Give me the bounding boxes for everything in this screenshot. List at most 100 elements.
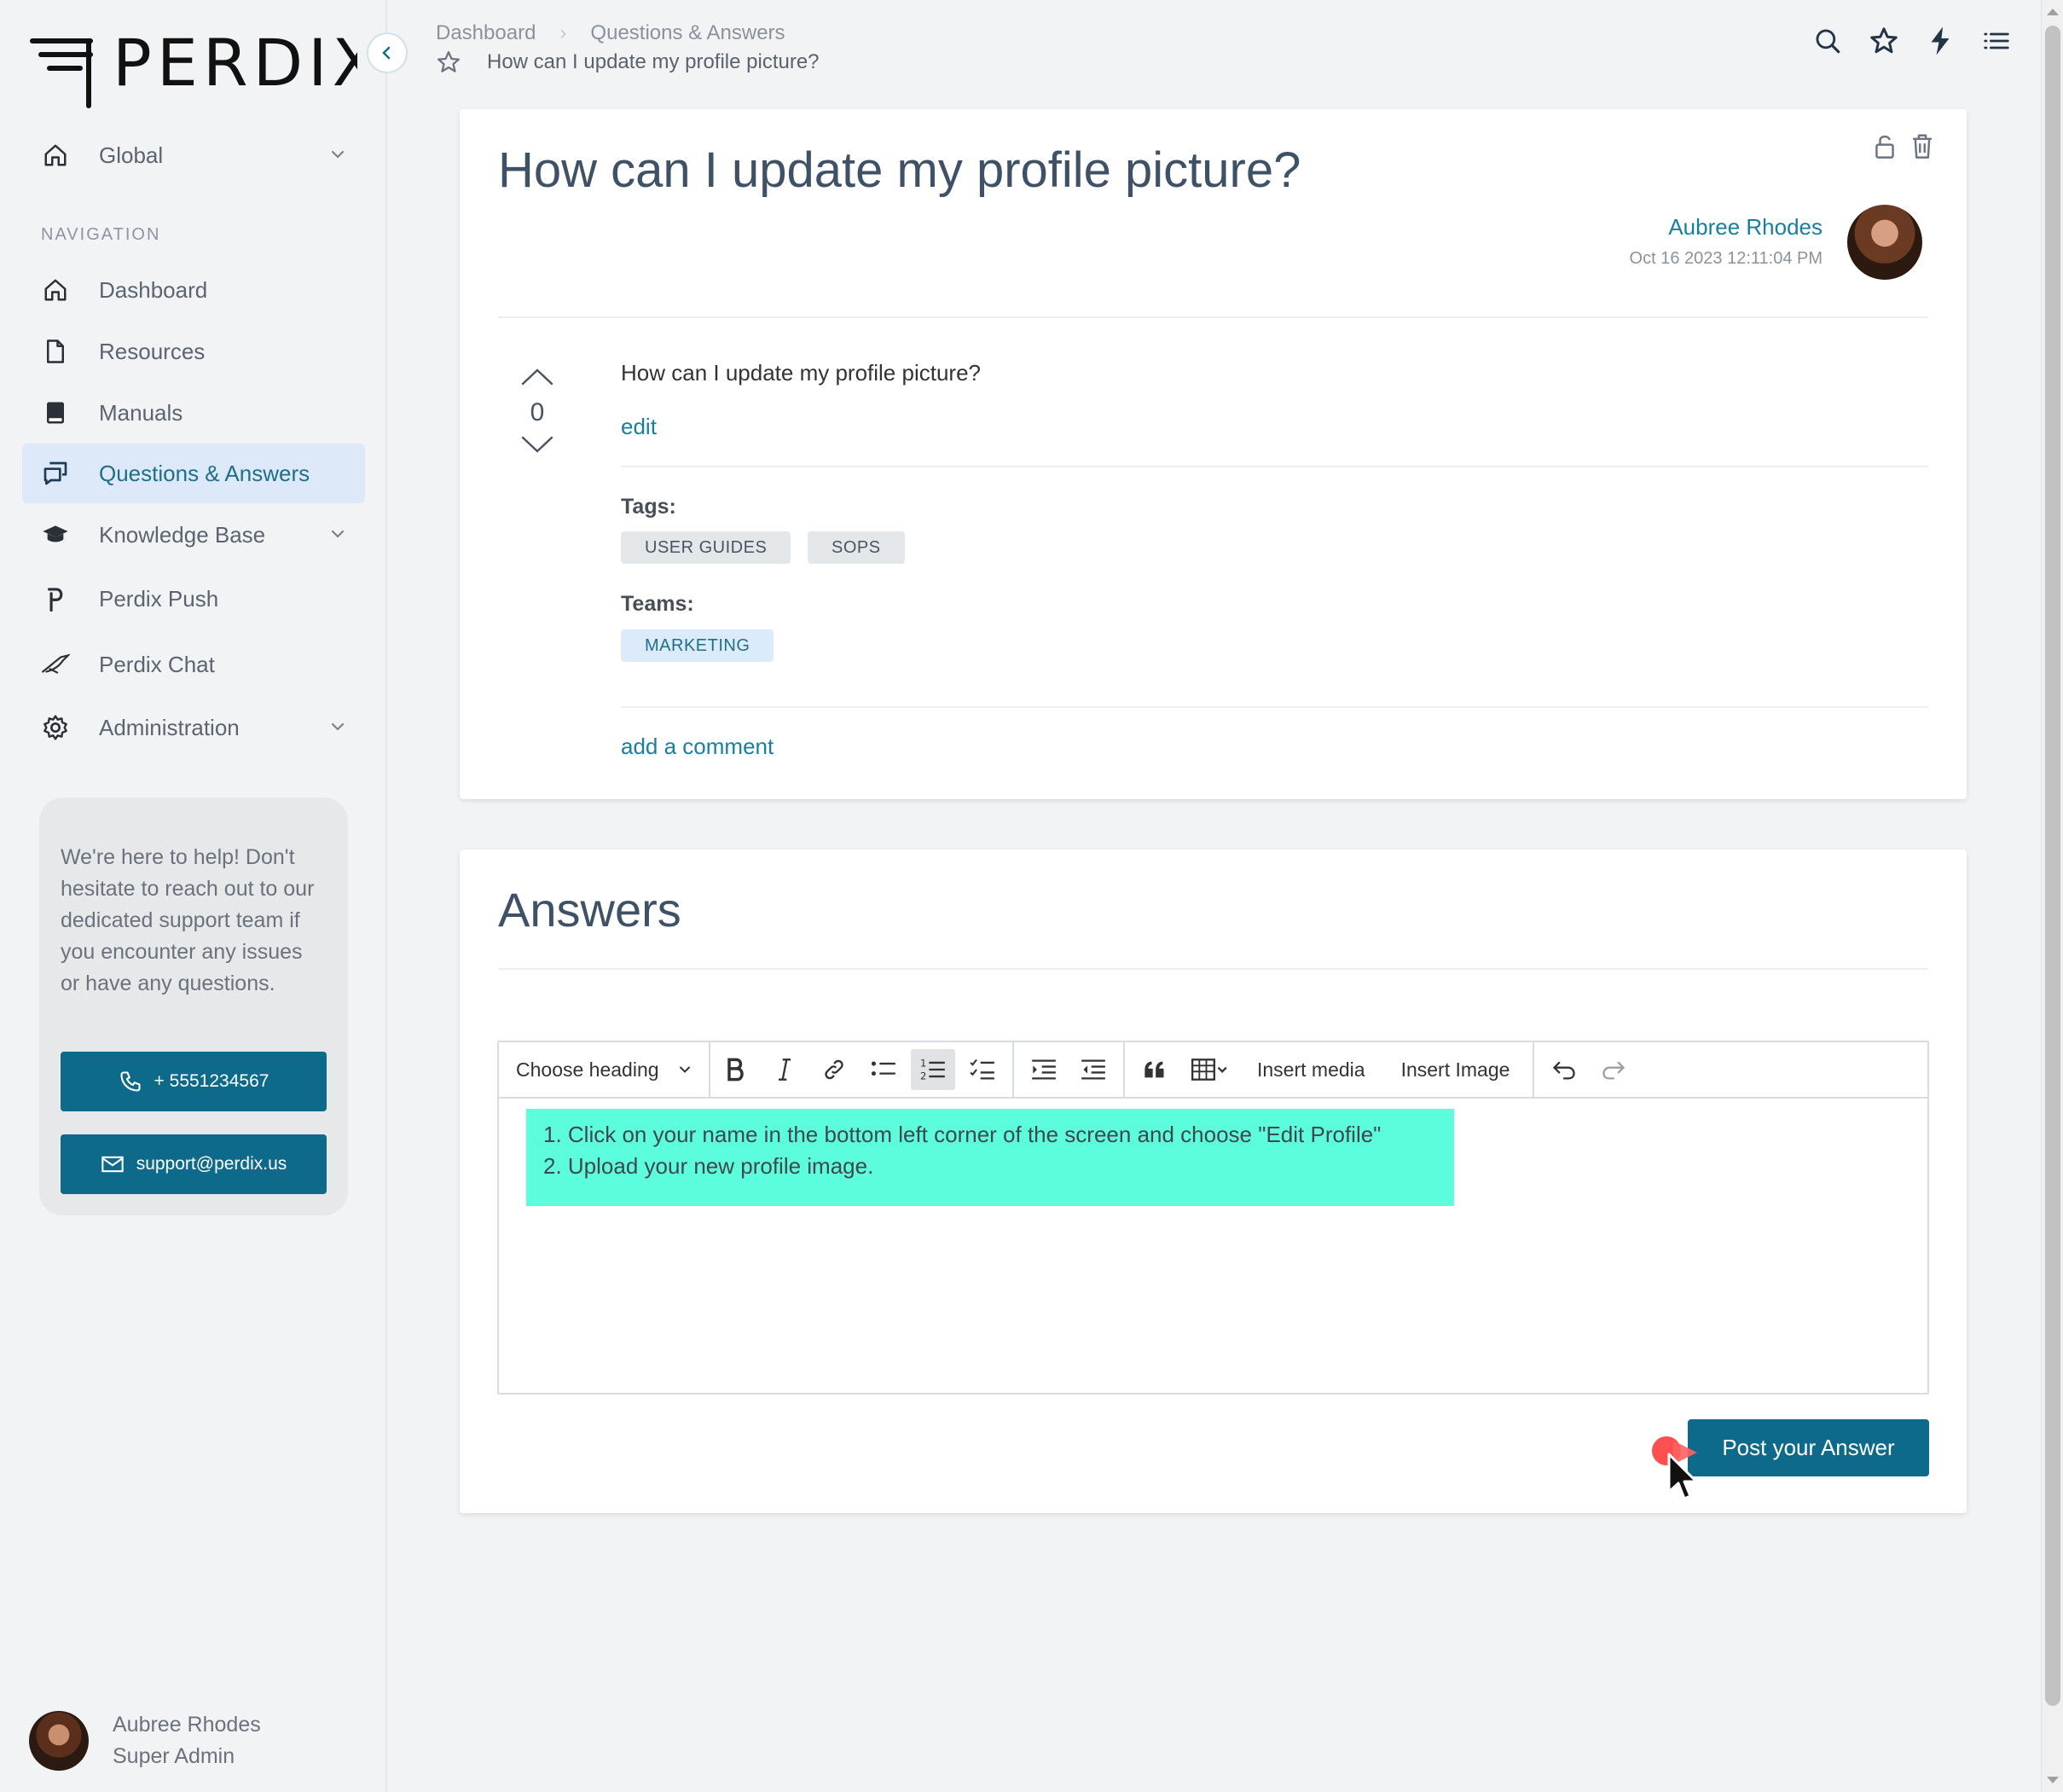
table-icon [1191,1058,1227,1081]
gear-icon [41,713,70,742]
checklist-icon [970,1058,994,1080]
indent-button[interactable] [1022,1049,1066,1090]
post-answer-button[interactable]: Post your Answer [1688,1419,1929,1476]
avatar [29,1711,89,1771]
bulleted-list-button[interactable] [861,1049,906,1090]
sidebar-item-label: Manuals [99,399,183,426]
phone-icon [119,1071,141,1092]
heading-dropdown[interactable]: Choose heading [499,1042,710,1097]
star-icon[interactable] [436,49,461,75]
page-title: How can I update my profile picture? [487,50,820,73]
question-author: Aubree Rhodes Oct 16 2023 12:11:04 PM [1630,214,1823,269]
question-body: How can I update my profile picture? [621,360,981,386]
divider [621,466,1928,467]
lock-icon[interactable] [1873,133,1897,159]
sidebar-item-label: Perdix Chat [99,651,215,677]
bold-button[interactable] [713,1049,757,1090]
workspace-selector[interactable]: Global [22,125,365,185]
perdix-logo[interactable]: PERDIX [29,26,357,111]
sidebar-item-perdix-chat[interactable]: Perdix Chat [22,635,365,694]
answer-draft-list: 1. Click on your name in the bottom left… [543,1119,1381,1182]
divider [498,968,1928,970]
question-actions [1873,133,1934,159]
quick-actions-button[interactable] [1912,24,1968,58]
page-title-row: How can I update my profile picture? [436,49,820,75]
link-icon [825,1059,843,1080]
team-badge[interactable]: MARKETING [621,629,774,662]
sidebar-item-knowledge-base[interactable]: Knowledge Base [22,505,365,565]
support-email-label: support@perdix.us [136,1154,287,1174]
tag-badge[interactable]: SOPS [808,531,905,564]
outdent-button[interactable] [1071,1049,1116,1090]
editor-toolbar: Choose heading 12 Insert media Insert Im… [499,1041,1927,1099]
insert-image-button[interactable]: Insert Image [1386,1049,1526,1090]
list-item: 2. Upload your new profile image. [543,1153,874,1179]
heading-dropdown-label: Choose heading [516,1058,659,1081]
support-phone-button[interactable]: + 5551234567 [61,1052,327,1111]
numbered-list-icon: 12 [920,1058,945,1082]
sidebar-item-manuals[interactable]: Manuals [22,383,365,443]
insert-media-button[interactable]: Insert media [1242,1049,1381,1090]
bird-icon [41,650,70,679]
author-name[interactable]: Aubree Rhodes [1630,214,1823,241]
redo-button[interactable] [1591,1049,1636,1090]
sidebar-item-resources[interactable]: Resources [22,322,365,381]
sidebar-item-administration[interactable]: Administration [22,698,365,757]
user-role: Super Admin [113,1744,235,1768]
chevron-down-icon [331,150,345,159]
breadcrumb-questions-answers[interactable]: Questions & Answers [590,21,785,45]
todo-list-button[interactable] [960,1049,1005,1090]
favorites-button[interactable] [1856,24,1912,58]
search-button[interactable] [1799,24,1856,58]
chevron-down-icon [331,530,345,538]
scroll-up-arrow[interactable] [2047,9,2059,15]
teams-label: Teams: [621,592,694,616]
answer-editor: Choose heading 12 Insert media Insert Im… [497,1041,1929,1395]
vote-widget: 0 [519,365,555,461]
editor-content[interactable]: 1. Click on your name in the bottom left… [499,1099,1927,1393]
scrollbar-thumb[interactable] [2045,26,2060,1706]
collapse-sidebar-button[interactable] [367,32,408,73]
support-email-button[interactable]: support@perdix.us [61,1134,327,1194]
file-icon [41,337,70,366]
sidebar-item-questions-answers[interactable]: Questions & Answers [22,444,365,503]
undo-button[interactable] [1542,1049,1586,1090]
book-icon [41,398,70,427]
menu-button[interactable] [1968,24,2025,58]
downvote-chevron-icon[interactable] [519,434,555,456]
svg-text:1: 1 [920,1058,926,1070]
sidebar-item-dashboard[interactable]: Dashboard [22,260,365,320]
breadcrumb: Dashboard › Questions & Answers [436,21,785,45]
tag-badge[interactable]: USER GUIDES [621,531,791,564]
post-date: Oct 16 2023 12:11:04 PM [1629,249,1823,268]
sidebar-item-perdix-push[interactable]: Perdix Push [22,569,365,629]
question-title: How can I update my profile picture? [498,142,1301,198]
breadcrumb-dashboard[interactable]: Dashboard [436,21,536,45]
top-toolbar [1799,24,2025,58]
user-profile[interactable]: Aubree Rhodes Super Admin [29,1709,261,1772]
support-text: We're here to help! Don't hesitate to re… [61,845,315,995]
insert-table-button[interactable] [1182,1049,1237,1090]
search-icon [1816,29,1840,54]
breadcrumb-separator: › [559,21,567,44]
undo-icon [1553,1061,1576,1080]
sidebar-item-label: Questions & Answers [99,460,310,486]
chevron-down-icon [679,1066,690,1073]
link-button[interactable] [812,1049,856,1090]
page-scrollbar[interactable] [2041,0,2063,1792]
blockquote-button[interactable] [1133,1049,1177,1090]
toolbar-separator [1012,1041,1014,1098]
trash-icon[interactable] [1910,133,1934,159]
add-comment-link[interactable]: add a comment [621,734,774,760]
upvote-chevron-icon[interactable] [519,365,555,387]
scroll-down-arrow[interactable] [2047,1777,2059,1783]
list-icon [1984,32,2009,49]
perdix-p-icon [41,584,70,613]
answers-card: Answers Choose heading 12 Insert media I… [460,850,1967,1513]
edit-link[interactable]: edit [621,414,657,440]
italic-icon [779,1058,791,1081]
numbered-list-button[interactable]: 12 [911,1049,955,1090]
lightning-icon [1931,26,1950,55]
italic-button[interactable] [762,1049,807,1090]
home-icon [41,141,70,170]
